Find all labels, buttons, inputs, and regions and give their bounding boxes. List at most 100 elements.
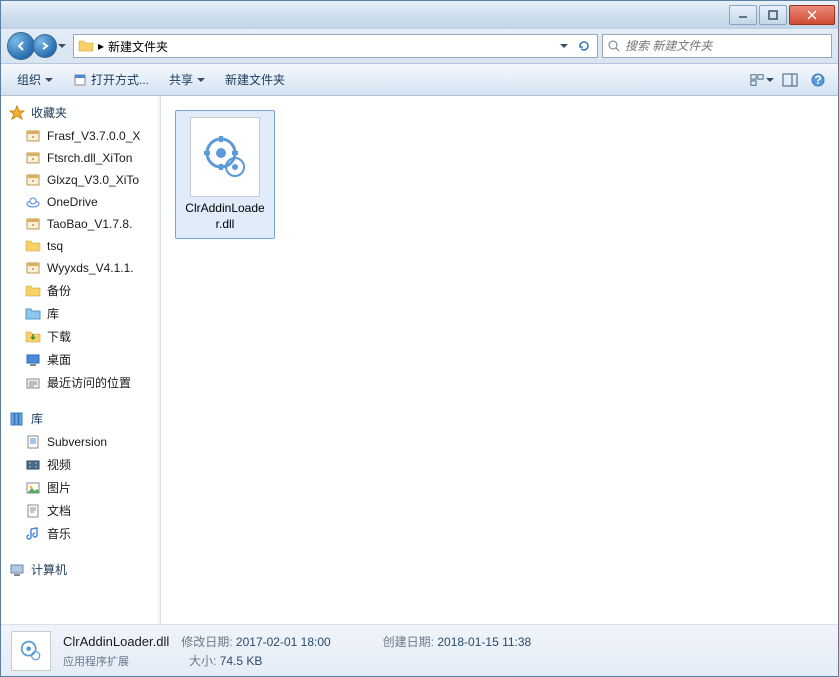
newfolder-label: 新建文件夹 [225, 71, 285, 88]
sidebar-item-label: Subversion [47, 435, 107, 449]
sidebar-item[interactable]: TaoBao_V1.7.8. [1, 213, 160, 235]
sidebar[interactable]: 收藏夹 Frasf_V3.7.0.0_X Ftsrch.dll_XiTon Glxz… [1, 96, 161, 624]
details-pane: ClrAddinLoader.dll 修改日期: 2017-02-01 18:0… [1, 624, 838, 676]
file-item[interactable]: ClrAddinLoader.dll [175, 110, 275, 239]
share-button[interactable]: 共享 [161, 67, 213, 92]
create-label: 创建日期: [383, 635, 434, 649]
openwith-button[interactable]: 打开方式... [65, 67, 157, 92]
sidebar-item-label: 备份 [47, 282, 71, 299]
sidebar-item[interactable]: Glxzq_V3.0_XiTo [1, 169, 160, 191]
file-list[interactable]: ClrAddinLoader.dll [161, 96, 838, 624]
view-button[interactable] [750, 69, 774, 91]
sidebar-item[interactable]: tsq [1, 235, 160, 257]
file-name: ClrAddinLoader.dll [182, 201, 268, 232]
sidebar-item[interactable]: OneDrive [1, 191, 160, 213]
sidebar-item[interactable]: 图片 [1, 476, 160, 499]
sidebar-item-label: Ftsrch.dll_XiTon [47, 151, 132, 165]
app-icon [73, 73, 87, 87]
details-thumbnail [11, 631, 51, 671]
sidebar-item[interactable]: 音乐 [1, 522, 160, 545]
minimize-button[interactable] [729, 5, 757, 25]
star-icon [9, 105, 25, 121]
preview-icon [782, 73, 798, 87]
maximize-button[interactable] [759, 5, 787, 25]
sidebar-item-label: 桌面 [47, 351, 71, 368]
breadcrumb-separator: ▸ [98, 39, 104, 53]
sidebar-item[interactable]: 文档 [1, 499, 160, 522]
archive-icon [25, 216, 41, 232]
size-value: 74.5 KB [220, 654, 263, 668]
back-button[interactable] [7, 32, 35, 60]
sidebar-item[interactable]: Ftsrch.dll_XiTon [1, 147, 160, 169]
video-icon [25, 457, 41, 473]
library-icon [9, 411, 25, 427]
search-box[interactable] [602, 34, 832, 58]
sidebar-item-label: Wyyxds_V4.1.1. [47, 261, 134, 275]
folder-icon [78, 38, 94, 54]
body: 收藏夹 Frasf_V3.7.0.0_X Ftsrch.dll_XiTon Glxz… [1, 96, 838, 624]
address-bar: ▸ 新建文件夹 [1, 29, 838, 64]
breadcrumb-field[interactable]: ▸ 新建文件夹 [73, 34, 598, 58]
close-button[interactable] [789, 5, 835, 25]
dll-icon [201, 133, 249, 181]
music-icon [25, 526, 41, 542]
file-thumbnail [190, 117, 260, 197]
size-label: 大小: [189, 654, 216, 668]
sidebar-item-label: 库 [47, 305, 59, 322]
details-text: ClrAddinLoader.dll 修改日期: 2017-02-01 18:0… [63, 633, 531, 669]
download-icon [25, 329, 41, 345]
sidebar-item[interactable]: 最近访问的位置 [1, 371, 160, 394]
sidebar-item-label: OneDrive [47, 195, 98, 209]
mod-value: 2017-02-01 18:00 [236, 635, 331, 649]
sidebar-item-label: tsq [47, 239, 63, 253]
computer-group: 计算机 [1, 557, 160, 582]
forward-button[interactable] [33, 34, 57, 58]
organize-button[interactable]: 组织 [9, 67, 61, 92]
sidebar-item-label: TaoBao_V1.7.8. [47, 217, 132, 231]
computer-label: 计算机 [31, 561, 67, 578]
create-value: 2018-01-15 11:38 [437, 635, 531, 649]
details-type: 应用程序扩展 [63, 653, 129, 669]
details-filename: ClrAddinLoader.dll [63, 634, 169, 649]
favorites-group: 收藏夹 Frasf_V3.7.0.0_X Ftsrch.dll_XiTon Glxz… [1, 100, 160, 394]
search-icon [607, 39, 621, 53]
nav-history-dropdown[interactable] [55, 34, 69, 58]
desktop-icon [25, 352, 41, 368]
breadcrumb-dropdown[interactable] [555, 36, 573, 56]
docs-icon [25, 503, 41, 519]
cloud-icon [25, 194, 41, 210]
nav-buttons [7, 32, 69, 60]
sidebar-item-label: 文档 [47, 502, 71, 519]
forward-icon [40, 41, 50, 51]
computer-icon [9, 562, 25, 578]
sidebar-item[interactable]: 下载 [1, 325, 160, 348]
help-button[interactable]: ? [806, 69, 830, 91]
sidebar-item[interactable]: 备份 [1, 279, 160, 302]
search-input[interactable] [625, 39, 827, 53]
sidebar-item-label: 图片 [47, 479, 71, 496]
preview-pane-button[interactable] [778, 69, 802, 91]
sidebar-item[interactable]: 桌面 [1, 348, 160, 371]
sidebar-item[interactable]: Subversion [1, 431, 160, 453]
sidebar-item[interactable]: Wyyxds_V4.1.1. [1, 257, 160, 279]
sidebar-item-label: 音乐 [47, 525, 71, 542]
sidebar-item[interactable]: 视频 [1, 453, 160, 476]
sidebar-item[interactable]: Frasf_V3.7.0.0_X [1, 125, 160, 147]
refresh-icon [577, 39, 591, 53]
breadcrumb-current[interactable]: 新建文件夹 [108, 38, 168, 55]
newfolder-button[interactable]: 新建文件夹 [217, 67, 293, 92]
titlebar [1, 1, 838, 29]
folder-icon [25, 283, 41, 299]
libraries-header[interactable]: 库 [1, 406, 160, 431]
sidebar-item[interactable]: 库 [1, 302, 160, 325]
svg-text:?: ? [814, 73, 821, 87]
computer-header[interactable]: 计算机 [1, 557, 160, 582]
explorer-window: ▸ 新建文件夹 组织 打开方式... 共享 新建文件夹 [0, 0, 839, 677]
view-icon [750, 73, 764, 87]
favorites-header[interactable]: 收藏夹 [1, 100, 160, 125]
favorites-label: 收藏夹 [31, 104, 67, 121]
dll-icon [17, 637, 45, 665]
share-label: 共享 [169, 71, 193, 88]
refresh-button[interactable] [575, 36, 593, 56]
chevron-down-icon [58, 44, 66, 48]
